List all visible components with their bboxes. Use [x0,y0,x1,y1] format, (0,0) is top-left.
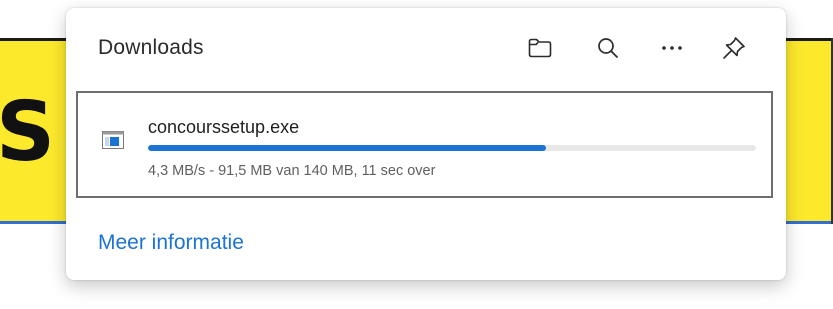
search-downloads-button[interactable] [590,30,626,66]
downloads-header: Downloads [66,8,786,86]
downloads-flyout: Downloads concourssetup.exe 4,3 MB/s - 9… [66,8,786,280]
download-progress-fill [148,145,546,151]
pin-downloads-button[interactable] [716,30,752,66]
more-options-button[interactable] [654,30,690,66]
search-icon [596,36,620,60]
download-filename[interactable]: concourssetup.exe [148,117,299,138]
more-icon [660,36,684,60]
open-downloads-folder-button[interactable] [522,30,558,66]
download-progress-bar [148,145,756,151]
pin-icon [721,35,747,61]
folder-icon [527,36,553,60]
download-status: 4,3 MB/s - 91,5 MB van 140 MB, 11 sec ov… [148,163,436,179]
downloads-title: Downloads [98,36,204,59]
background-letter: S [0,85,56,180]
executable-file-icon [102,131,124,149]
more-information-link[interactable]: Meer informatie [98,231,244,255]
download-item[interactable]: concourssetup.exe 4,3 MB/s - 91,5 MB van… [76,91,773,198]
